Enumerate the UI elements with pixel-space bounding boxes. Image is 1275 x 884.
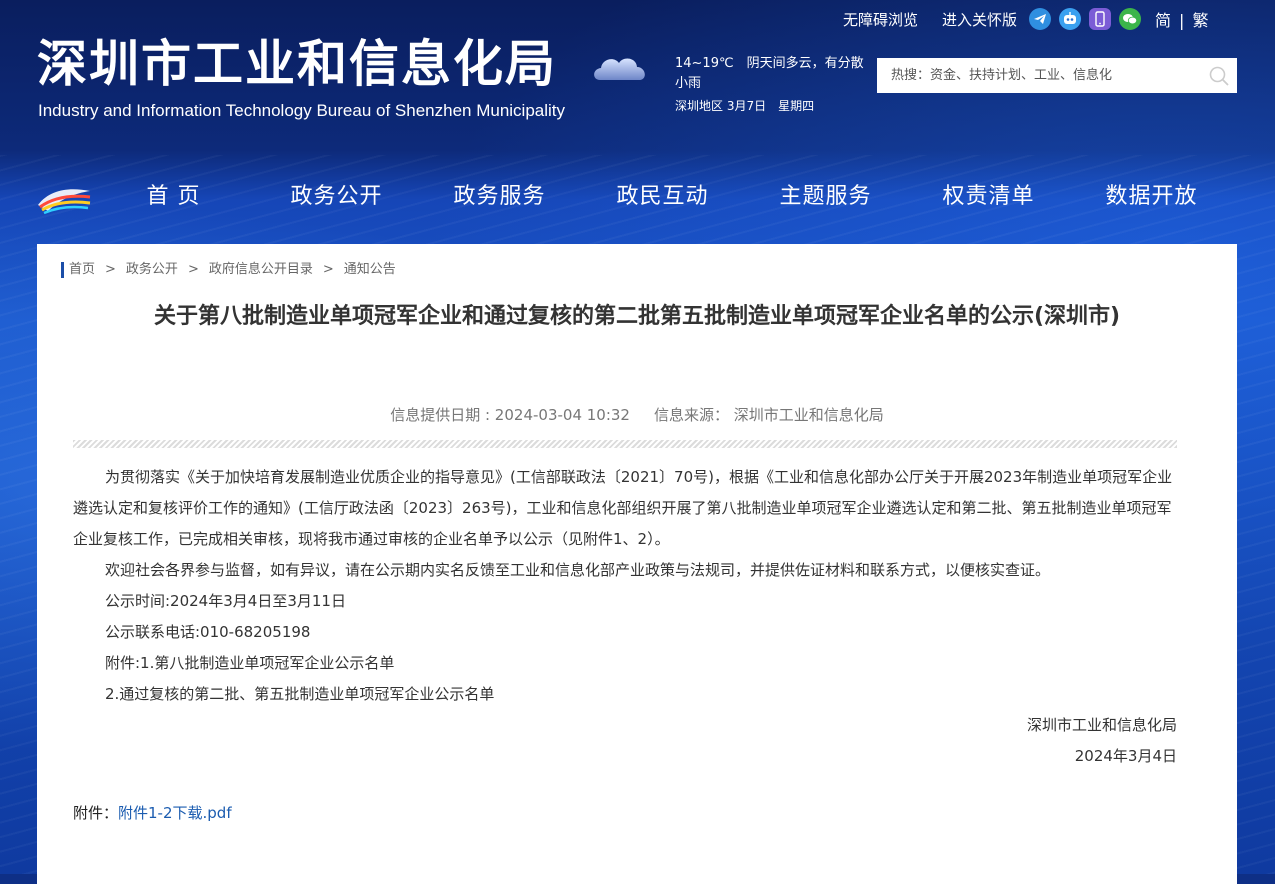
breadcrumb-gov-open[interactable]: 政务公开 <box>126 262 178 278</box>
top-links: 无障碍浏览 进入关怀版 简 | 繁 <box>843 6 1208 32</box>
sign-date: 2024年3月4日 <box>1074 747 1177 765</box>
nav-gov-service[interactable]: 政务服务 <box>418 155 581 243</box>
lang-simplified[interactable]: 简 <box>1155 11 1171 30</box>
paragraph: 为贯彻落实《关于加快培育发展制造业优质企业的指导意见》(工信部联政法〔2021〕… <box>73 468 1173 548</box>
attachment-link[interactable]: 附件1-2下载.pdf <box>118 804 232 822</box>
accessibility-link[interactable]: 无障碍浏览 <box>843 9 918 30</box>
weather-date: 深圳地区 3月7日 星期四 <box>675 99 815 113</box>
care-mode-link[interactable]: 进入关怀版 <box>942 9 1017 30</box>
language-switch: 简 | 繁 <box>1155 7 1208 31</box>
nav-gov-open[interactable]: 政务公开 <box>255 155 418 243</box>
weather-widget: 14~19℃ 阴天间多云，有分散小雨 深圳地区 3月7日 星期四 <box>675 54 875 116</box>
search-box <box>877 58 1237 93</box>
weather-desc: 14~19℃ 阴天间多云，有分散小雨 <box>675 56 864 91</box>
breadcrumb-sep: > <box>187 262 199 277</box>
nav-home[interactable]: 首 页 <box>92 155 255 243</box>
nav-interaction[interactable]: 政民互动 <box>581 155 744 243</box>
article-meta: 信息提供日期 : 2024-03-04 10:32 信息来源： 深圳市工业和信息化… <box>37 404 1237 425</box>
breadcrumb-sep: > <box>105 262 116 277</box>
signature: 深圳市工业和信息化局 <box>1026 716 1177 734</box>
article-title: 关于第八批制造业单项冠军企业和通过复核的第二批第五批制造业单项冠军企业名单的公示… <box>153 304 1121 329</box>
paragraph: 公示时间:2024年3月4日至3月11日 <box>105 592 346 610</box>
meta-date: 信息提供日期 : 2024-03-04 10:32 <box>390 406 630 424</box>
site-header: 深圳市工业和信息化局 Industry and Information Tech… <box>0 0 1275 155</box>
site-title: 深圳市工业和信息化局 <box>37 35 557 93</box>
meta-source: 信息来源： 深圳市工业和信息化局 <box>653 406 884 424</box>
nav-topics[interactable]: 主题服务 <box>744 155 907 243</box>
article-panel: 首页 > 政务公开 > 政府信息公开目录 > 通知公告 关于第八批制造业单项冠军… <box>37 244 1237 884</box>
search-input[interactable] <box>877 58 1201 93</box>
breadcrumb-home[interactable]: 首页 <box>69 262 95 278</box>
attachment: 附件：附件1-2下载.pdf <box>73 802 232 823</box>
paragraph: 附件:1.第八批制造业单项冠军企业公示名单 <box>105 654 395 672</box>
main-nav: 首 页 政务公开 政务服务 政民互动 主题服务 权责清单 数据开放 <box>0 155 1275 243</box>
attachment-label: 附件： <box>73 804 119 822</box>
lang-traditional[interactable]: 繁 <box>1192 11 1208 30</box>
breadcrumb-catalog[interactable]: 政府信息公开目录 <box>209 262 313 278</box>
cloud-icon <box>594 58 645 80</box>
article-body: 为贯彻落实《关于加快培育发展制造业优质企业的指导意见》(工信部联政法〔2021〕… <box>73 462 1177 772</box>
site-subtitle: Industry and Information Technology Bure… <box>38 101 566 120</box>
paragraph: 公示联系电话:010-68205198 <box>105 623 311 641</box>
lang-separator: | <box>1179 11 1185 30</box>
paragraph: 欢迎社会各界参与监督，如有异议，请在公示期内实名反馈至工业和信息化部产业政策与法… <box>105 561 1051 579</box>
robot-icon[interactable] <box>1059 8 1082 30</box>
paragraph: 2.通过复核的第二批、第五批制造业单项冠军企业公示名单 <box>105 685 495 703</box>
wechat-icon[interactable] <box>1119 8 1142 30</box>
nav-items: 首 页 政务公开 政务服务 政民互动 主题服务 权责清单 数据开放 <box>92 155 1272 243</box>
telegram-icon[interactable] <box>1029 8 1052 30</box>
divider <box>73 440 1177 448</box>
search-icon[interactable] <box>1201 58 1237 93</box>
mobile-icon[interactable] <box>1089 8 1112 30</box>
breadcrumb: 首页 > 政务公开 > 政府信息公开目录 > 通知公告 <box>61 262 396 278</box>
city-logo-icon <box>38 189 91 215</box>
breadcrumb-notices[interactable]: 通知公告 <box>344 262 396 278</box>
breadcrumb-sep: > <box>322 262 334 277</box>
nav-power-list[interactable]: 权责清单 <box>907 155 1070 243</box>
nav-open-data[interactable]: 数据开放 <box>1070 155 1233 243</box>
